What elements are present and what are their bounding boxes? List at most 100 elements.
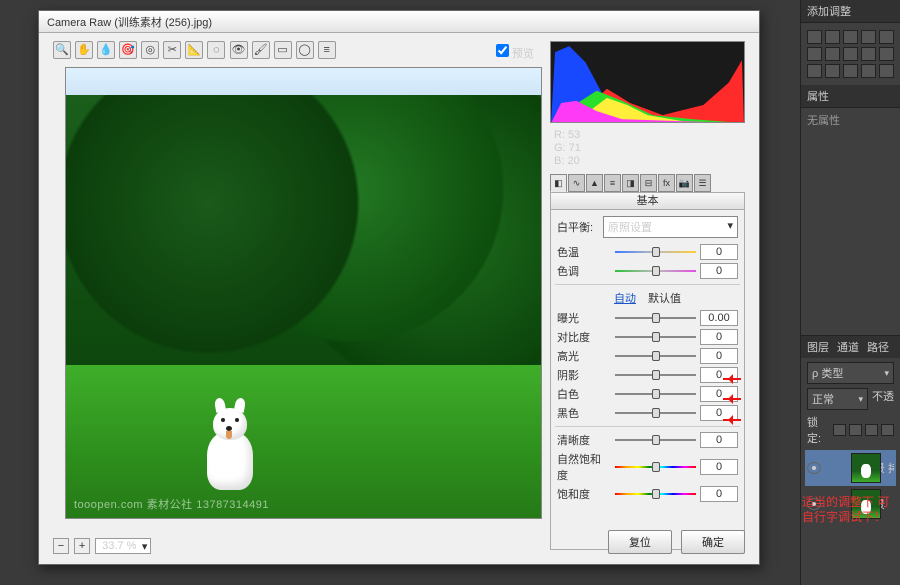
zoom-controls: − + 33.7 % (53, 538, 151, 554)
saturation-value[interactable]: 0 (700, 486, 738, 502)
blacks-slider[interactable] (615, 408, 696, 418)
clarity-slider[interactable] (615, 435, 696, 445)
panel-tabs: ◧ ∿ ▲ ≡ ◨ ⊟ fx 📷 ☰ (550, 174, 745, 192)
adj-icon[interactable] (843, 30, 858, 44)
zoom-in-button[interactable]: + (74, 538, 90, 554)
white-balance-dropdown[interactable]: 原照设置 (603, 216, 738, 238)
panel-section-title: 基本 (550, 192, 745, 210)
shadows-slider[interactable] (615, 370, 696, 380)
adj-icon[interactable] (825, 30, 840, 44)
lock-position-icon[interactable] (865, 424, 878, 436)
ok-button[interactable]: 确定 (681, 530, 745, 554)
adjust-brush-icon[interactable]: 🖌 (252, 41, 270, 59)
properties-panel-title: 属性 (801, 85, 900, 108)
lock-all-icon[interactable] (881, 424, 894, 436)
adj-icon[interactable] (861, 64, 876, 78)
tint-value[interactable]: 0 (700, 263, 738, 279)
adj-icon[interactable] (843, 64, 858, 78)
highlights-slider[interactable] (615, 351, 696, 361)
clarity-value[interactable]: 0 (700, 432, 738, 448)
vibrance-slider[interactable] (615, 462, 696, 472)
adj-icon[interactable] (879, 47, 894, 61)
highlights-value[interactable]: 0 (700, 348, 738, 364)
whites-slider[interactable] (615, 389, 696, 399)
preview-checkbox-input[interactable] (496, 44, 509, 57)
crop-tool-icon[interactable]: ✂ (163, 41, 181, 59)
adj-icon[interactable] (807, 64, 822, 78)
dog-subject (199, 390, 261, 490)
readout-b: B: 20 (554, 155, 741, 168)
tab-hsl-icon[interactable]: ≡ (604, 174, 621, 192)
temp-slider[interactable] (615, 247, 696, 257)
slider-label: 曝光 (557, 310, 611, 326)
grad-filter-icon[interactable]: ▭ (274, 41, 292, 59)
layer-kind-dropdown[interactable]: ρ 类型 (807, 362, 894, 384)
radial-filter-icon[interactable]: ◯ (296, 41, 314, 59)
tab-channels[interactable]: 通道 (837, 339, 859, 355)
tab-detail-icon[interactable]: ▲ (586, 174, 603, 192)
contrast-slider[interactable] (615, 332, 696, 342)
exposure-value[interactable]: 0.00 (700, 310, 738, 326)
tab-lens-icon[interactable]: ⊟ (640, 174, 657, 192)
zoom-out-button[interactable]: − (53, 538, 69, 554)
adj-icon[interactable] (843, 47, 858, 61)
annotation-arrow-icon (723, 415, 745, 425)
adj-icon[interactable] (861, 47, 876, 61)
adjustments-panel (801, 23, 900, 85)
zoom-tool-icon[interactable]: 🔍 (53, 41, 71, 59)
hand-tool-icon[interactable]: ✋ (75, 41, 93, 59)
tab-curve-icon[interactable]: ∿ (568, 174, 585, 192)
slider-label: 饱和度 (557, 486, 611, 502)
preview-checkbox[interactable]: 预览 (496, 44, 534, 61)
lock-transparent-icon[interactable] (833, 424, 846, 436)
layer-row[interactable]: 背景 拷贝 (805, 450, 896, 486)
default-link[interactable]: 默认值 (648, 293, 681, 305)
dialog-title: Camera Raw (训练素材 (256).jpg) (47, 17, 212, 29)
slider-label: 色温 (557, 244, 611, 260)
straighten-tool-icon[interactable]: 📐 (185, 41, 203, 59)
layer-thumb (851, 453, 881, 483)
histogram[interactable] (550, 41, 745, 123)
adj-icon[interactable] (879, 64, 894, 78)
blend-mode-dropdown[interactable]: 正常 (807, 388, 868, 410)
camera-raw-dialog: Camera Raw (训练素材 (256).jpg) 🔍 ✋ 💧 🎯 ◎ ✂ … (38, 10, 760, 565)
spot-removal-icon[interactable]: ◌ (207, 41, 225, 59)
properties-body: 无属性 (801, 108, 900, 132)
adj-icon[interactable] (807, 30, 822, 44)
reset-button[interactable]: 复位 (608, 530, 672, 554)
adj-icon[interactable] (861, 30, 876, 44)
adj-icon[interactable] (825, 47, 840, 61)
saturation-slider[interactable] (615, 489, 696, 499)
visibility-icon[interactable] (807, 462, 821, 474)
tab-layers[interactable]: 图层 (807, 339, 829, 355)
wb-tool-icon[interactable]: 💧 (97, 41, 115, 59)
annotation-arrow-icon (723, 374, 745, 384)
targeted-adjust-icon[interactable]: ◎ (141, 41, 159, 59)
lock-row: 锁定: (801, 414, 900, 450)
auto-link[interactable]: 自动 (614, 293, 636, 305)
lock-pixels-icon[interactable] (849, 424, 862, 436)
temp-value[interactable]: 0 (700, 244, 738, 260)
tint-slider[interactable] (615, 266, 696, 276)
adj-icon[interactable] (825, 64, 840, 78)
contrast-value[interactable]: 0 (700, 329, 738, 345)
tab-paths[interactable]: 路径 (867, 339, 889, 355)
color-sampler-icon[interactable]: 🎯 (119, 41, 137, 59)
adj-icon[interactable] (879, 30, 894, 44)
tab-fx-icon[interactable]: fx (658, 174, 675, 192)
tab-presets-icon[interactable]: ☰ (694, 174, 711, 192)
adj-icon[interactable] (807, 47, 822, 61)
tab-basic-icon[interactable]: ◧ (550, 174, 567, 192)
vibrance-value[interactable]: 0 (700, 459, 738, 475)
exposure-slider[interactable] (615, 313, 696, 323)
adjustments-panel: R: 53 G: 71 B: 20 ◧ ∿ ▲ ≡ ◨ ⊟ fx 📷 ☰ 基本 … (550, 41, 745, 520)
preview-image[interactable]: tooopen.com 素材公社 13787314491 (65, 67, 542, 519)
adjustments-panel-title: 添加调整 (801, 0, 900, 23)
dialog-titlebar[interactable]: Camera Raw (训练素材 (256).jpg) (39, 11, 759, 33)
tab-split-icon[interactable]: ◨ (622, 174, 639, 192)
zoom-level-dropdown[interactable]: 33.7 % (95, 538, 151, 554)
tab-camera-icon[interactable]: 📷 (676, 174, 693, 192)
prefs-icon[interactable]: ≡ (318, 41, 336, 59)
readout-r: R: 53 (554, 129, 741, 142)
redeye-tool-icon[interactable]: 👁 (230, 41, 248, 59)
